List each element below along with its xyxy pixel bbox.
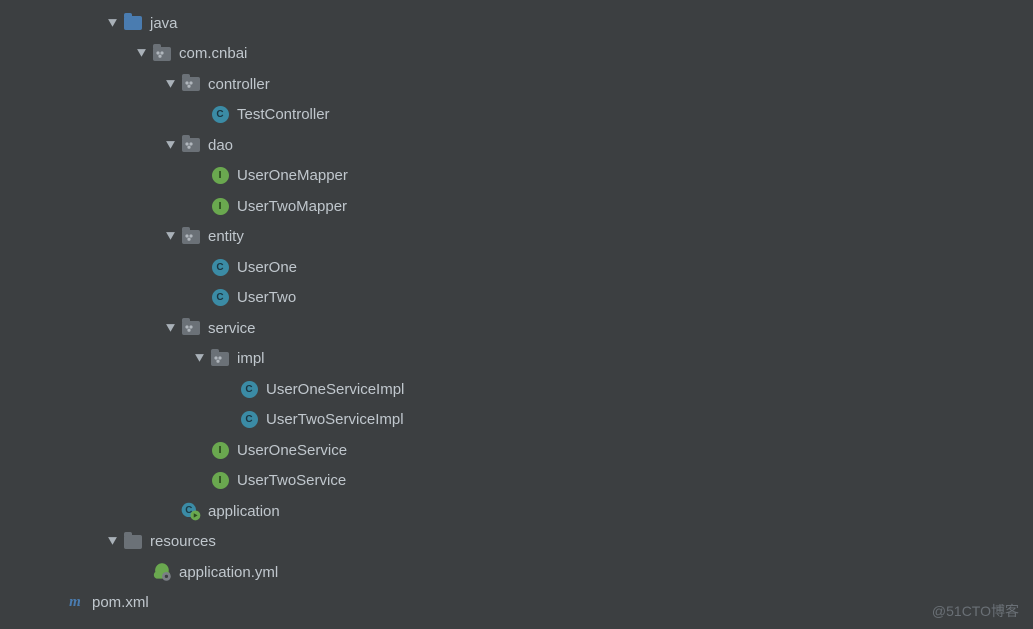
tree-item-label: com.cnbai — [179, 45, 247, 62]
tree-item-label: dao — [208, 137, 233, 154]
tree-item[interactable]: java — [0, 8, 1033, 39]
tree-item-label: application — [208, 503, 280, 520]
class-icon: C — [209, 287, 231, 309]
yaml-spring-icon — [151, 561, 173, 583]
tree-item[interactable]: m pom.xml — [0, 588, 1033, 619]
expand-arrow-icon[interactable] — [102, 18, 122, 29]
tree-item[interactable]: resources — [0, 527, 1033, 558]
tree-item-label: UserOneMapper — [237, 167, 348, 184]
class-icon: C — [209, 256, 231, 278]
resources-folder-icon — [122, 531, 144, 553]
tree-item[interactable]: com.cnbai — [0, 39, 1033, 70]
tree-item[interactable]: service — [0, 313, 1033, 344]
tree-item[interactable]: I UserTwoMapper — [0, 191, 1033, 222]
tree-item[interactable]: Capplication — [0, 496, 1033, 527]
tree-item[interactable]: dao — [0, 130, 1033, 161]
expand-arrow-icon[interactable] — [102, 536, 122, 547]
interface-icon: I — [209, 165, 231, 187]
tree-item[interactable]: impl — [0, 344, 1033, 375]
project-tree: javacom.cnbai controller C TestControllerda… — [0, 0, 1033, 618]
package-icon — [180, 226, 202, 248]
expand-arrow-icon[interactable] — [160, 231, 180, 242]
class-icon: C — [209, 104, 231, 126]
package-icon — [180, 73, 202, 95]
tree-item[interactable]: I UserOneService — [0, 435, 1033, 466]
package-icon — [151, 43, 173, 65]
tree-item-label: TestController — [237, 106, 330, 123]
tree-item-label: java — [150, 15, 178, 32]
tree-item[interactable]: I UserOneMapper — [0, 161, 1033, 192]
tree-item-label: UserTwoService — [237, 472, 346, 489]
expand-arrow-icon[interactable] — [160, 79, 180, 90]
tree-item-label: UserTwo — [237, 289, 296, 306]
package-icon — [180, 134, 202, 156]
class-icon: C — [238, 409, 260, 431]
folder-icon — [122, 12, 144, 34]
watermark: @51CTO博客 — [932, 601, 1019, 621]
tree-item-label: UserTwoMapper — [237, 198, 347, 215]
tree-item-label: entity — [208, 228, 244, 245]
tree-item[interactable]: C UserOneServiceImpl — [0, 374, 1033, 405]
expand-arrow-icon[interactable] — [189, 353, 209, 364]
expand-arrow-icon[interactable] — [160, 323, 180, 334]
tree-item-label: UserOne — [237, 259, 297, 276]
tree-item-label: pom.xml — [92, 594, 149, 611]
tree-item[interactable]: C UserTwoServiceImpl — [0, 405, 1033, 436]
tree-item[interactable]: C UserOne — [0, 252, 1033, 283]
interface-icon: I — [209, 470, 231, 492]
interface-icon: I — [209, 195, 231, 217]
tree-item[interactable]: C TestController — [0, 100, 1033, 131]
tree-item-label: resources — [150, 533, 216, 550]
tree-item-label: service — [208, 320, 256, 337]
package-icon — [209, 348, 231, 370]
tree-item[interactable]: application.yml — [0, 557, 1033, 588]
tree-item-label: impl — [237, 350, 265, 367]
tree-item[interactable]: C UserTwo — [0, 283, 1033, 314]
tree-item-label: controller — [208, 76, 270, 93]
tree-item[interactable]: entity — [0, 222, 1033, 253]
tree-item-label: UserOneServiceImpl — [266, 381, 404, 398]
package-icon — [180, 317, 202, 339]
maven-icon: m — [64, 592, 86, 614]
tree-item-label: application.yml — [179, 564, 278, 581]
expand-arrow-icon[interactable] — [131, 48, 151, 59]
tree-item-label: UserOneService — [237, 442, 347, 459]
interface-icon: I — [209, 439, 231, 461]
class-icon: C — [238, 378, 260, 400]
tree-item-label: UserTwoServiceImpl — [266, 411, 404, 428]
tree-item[interactable]: I UserTwoService — [0, 466, 1033, 497]
tree-item[interactable]: controller — [0, 69, 1033, 100]
expand-arrow-icon[interactable] — [160, 140, 180, 151]
spring-run-icon: C — [180, 500, 202, 522]
